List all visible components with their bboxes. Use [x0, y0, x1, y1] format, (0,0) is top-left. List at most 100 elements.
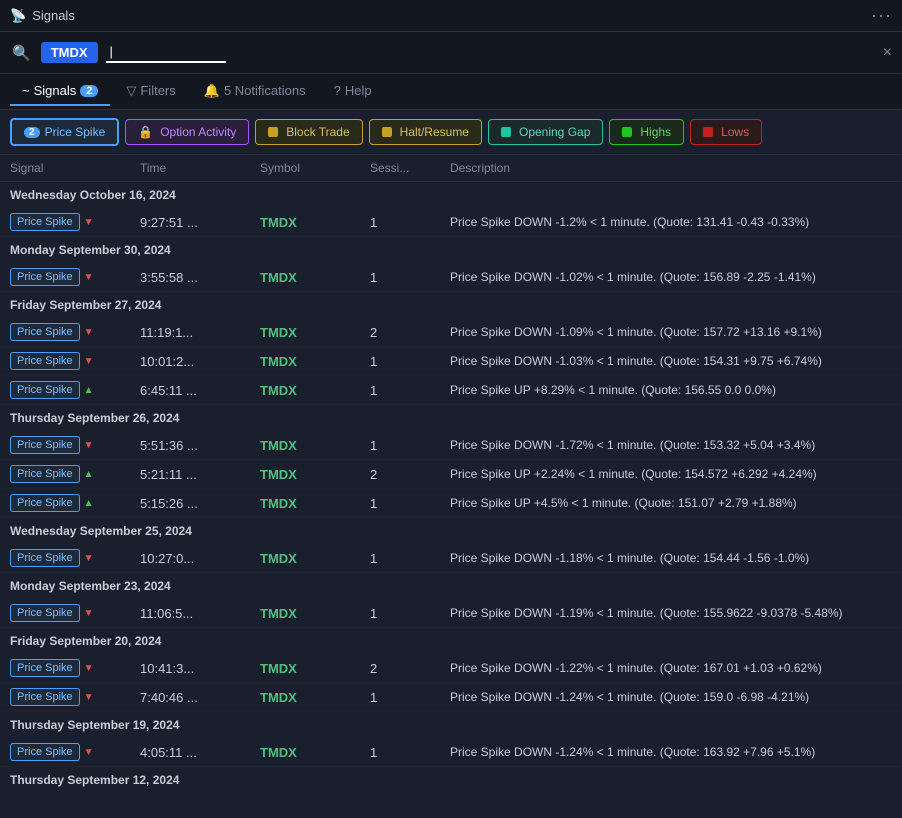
symbol-cell: TMDX: [260, 438, 370, 453]
signal-label: Price Spike: [10, 688, 80, 706]
table-row[interactable]: Price Spike ▲ 5:21:11 ... TMDX 2 Price S…: [0, 460, 902, 489]
desc-cell: Price Spike DOWN -1.18% < 1 minute. (Quo…: [450, 551, 892, 565]
date-group-header: Thursday September 19, 2024: [0, 712, 902, 738]
symbol-cell: TMDX: [260, 215, 370, 230]
signal-cell: Price Spike ▼: [10, 213, 140, 231]
search-icon-button[interactable]: 🔍: [10, 42, 33, 64]
table-row[interactable]: Price Spike ▼ 7:40:46 ... TMDX 1 Price S…: [0, 683, 902, 712]
table-row[interactable]: Price Spike ▼ 5:51:36 ... TMDX 1 Price S…: [0, 431, 902, 460]
signal-label: Price Spike: [10, 604, 80, 622]
tab-help[interactable]: ? Help: [322, 77, 384, 106]
date-group-header: Thursday September 12, 2024: [0, 767, 902, 793]
date-group-header: Wednesday September 25, 2024: [0, 518, 902, 544]
ticker-badge[interactable]: TMDX: [41, 42, 98, 63]
time-cell: 11:06:5...: [140, 606, 260, 621]
table-row[interactable]: Price Spike ▼ 3:55:58 ... TMDX 1 Price S…: [0, 263, 902, 292]
filters-icon: ▽: [126, 83, 136, 99]
signals-badge: 2: [80, 85, 98, 97]
signal-tab-halt-resume[interactable]: Halt/Resume: [369, 119, 482, 145]
time-cell: 11:19:1...: [140, 325, 260, 340]
table-row[interactable]: Price Spike ▼ 10:41:3... TMDX 2 Price Sp…: [0, 654, 902, 683]
desc-cell: Price Spike UP +4.5% < 1 minute. (Quote:…: [450, 496, 892, 510]
opening-gap-icon: [501, 127, 511, 137]
signal-cell: Price Spike ▼: [10, 436, 140, 454]
tab-signals[interactable]: ~ Signals 2: [10, 77, 110, 106]
date-group-header: Monday September 30, 2024: [0, 237, 902, 263]
tab-notifications[interactable]: 🔔 5 Notifications: [192, 77, 318, 107]
date-group-header: Wednesday October 16, 2024: [0, 182, 902, 208]
signal-type-tabs: 2 Price Spike 🔒 Option Activity Block Tr…: [0, 110, 902, 155]
session-cell: 1: [370, 215, 450, 230]
table-row[interactable]: Price Spike ▼ 4:05:11 ... TMDX 1 Price S…: [0, 738, 902, 767]
symbol-cell: TMDX: [260, 325, 370, 340]
time-cell: 5:51:36 ...: [140, 438, 260, 453]
symbol-cell: TMDX: [260, 496, 370, 511]
signal-cell: Price Spike ▼: [10, 323, 140, 341]
signal-tab-highs[interactable]: Highs: [609, 119, 684, 145]
session-cell: 2: [370, 661, 450, 676]
table-row[interactable]: Price Spike ▲ 5:15:26 ... TMDX 1 Price S…: [0, 489, 902, 518]
date-group-header: Thursday September 26, 2024: [0, 405, 902, 431]
signal-tab-option-activity[interactable]: 🔒 Option Activity: [125, 119, 249, 145]
desc-cell: Price Spike UP +2.24% < 1 minute. (Quote…: [450, 467, 892, 481]
table-row[interactable]: Price Spike ▼ 9:27:51 ... TMDX 1 Price S…: [0, 208, 902, 237]
table-row[interactable]: Price Spike ▲ 6:45:11 ... TMDX 1 Price S…: [0, 376, 902, 405]
close-button[interactable]: ×: [883, 44, 892, 62]
time-cell: 10:01:2...: [140, 354, 260, 369]
session-cell: 1: [370, 745, 450, 760]
tab-filters[interactable]: ▽ Filters: [114, 77, 187, 107]
halt-resume-label: Halt/Resume: [400, 125, 469, 139]
signal-cell: Price Spike ▼: [10, 659, 140, 677]
desc-cell: Price Spike UP +8.29% < 1 minute. (Quote…: [450, 383, 892, 397]
signal-tab-lows[interactable]: Lows: [690, 119, 762, 145]
time-cell: 4:05:11 ...: [140, 745, 260, 760]
symbol-cell: TMDX: [260, 354, 370, 369]
session-cell: 1: [370, 438, 450, 453]
symbol-cell: TMDX: [260, 551, 370, 566]
search-input[interactable]: [106, 42, 226, 63]
table-row[interactable]: Price Spike ▼ 11:19:1... TMDX 2 Price Sp…: [0, 318, 902, 347]
table-row[interactable]: Price Spike ▼ 11:06:5... TMDX 1 Price Sp…: [0, 599, 902, 628]
table-row[interactable]: Price Spike ▼ 10:01:2... TMDX 1 Price Sp…: [0, 347, 902, 376]
col-time: Time: [140, 161, 260, 175]
signal-label: Price Spike: [10, 352, 80, 370]
table-header: Signal Time Symbol Sessi... Description: [0, 155, 902, 182]
signals-icon: ~: [22, 83, 30, 98]
notifications-icon: 🔔: [204, 83, 220, 99]
col-symbol: Symbol: [260, 161, 370, 175]
signal-label: Price Spike: [10, 743, 80, 761]
signal-tab-opening-gap[interactable]: Opening Gap: [488, 119, 603, 145]
symbol-cell: TMDX: [260, 606, 370, 621]
lows-label: Lows: [721, 125, 749, 139]
symbol-cell: TMDX: [260, 467, 370, 482]
time-cell: 5:21:11 ...: [140, 467, 260, 482]
tab-filters-label: Filters: [140, 83, 175, 98]
desc-cell: Price Spike DOWN -1.24% < 1 minute. (Quo…: [450, 690, 892, 704]
direction-arrow: ▼: [84, 608, 94, 619]
direction-arrow: ▲: [84, 469, 94, 480]
table-row[interactable]: Price Spike ▼ 10:27:0... TMDX 1 Price Sp…: [0, 544, 902, 573]
option-activity-label: Option Activity: [160, 125, 236, 139]
desc-cell: Price Spike DOWN -1.02% < 1 minute. (Quo…: [450, 270, 892, 284]
direction-arrow: ▲: [84, 385, 94, 396]
menu-dots[interactable]: ···: [871, 5, 892, 26]
direction-arrow: ▼: [84, 356, 94, 367]
signal-tab-price-spike[interactable]: 2 Price Spike: [10, 118, 119, 146]
date-group-header: Friday September 20, 2024: [0, 628, 902, 654]
session-cell: 1: [370, 496, 450, 511]
direction-arrow: ▼: [84, 440, 94, 451]
desc-cell: Price Spike DOWN -1.24% < 1 minute. (Quo…: [450, 745, 892, 759]
symbol-cell: TMDX: [260, 270, 370, 285]
app-title: Signals: [32, 8, 75, 23]
signal-cell: Price Spike ▼: [10, 352, 140, 370]
time-cell: 9:27:51 ...: [140, 215, 260, 230]
symbol-cell: TMDX: [260, 661, 370, 676]
desc-cell: Price Spike DOWN -1.03% < 1 minute. (Quo…: [450, 354, 892, 368]
table-body: Wednesday October 16, 2024 Price Spike ▼…: [0, 182, 902, 796]
signal-tab-block-trade[interactable]: Block Trade: [255, 119, 362, 145]
signal-cell: Price Spike ▼: [10, 604, 140, 622]
table-row[interactable]: Price Spike ▲ 10:34:2... TMDX 1 Price Sp…: [0, 793, 902, 796]
symbol-cell: TMDX: [260, 690, 370, 705]
app-icon: 📡: [10, 8, 26, 24]
direction-arrow: ▼: [84, 272, 94, 283]
